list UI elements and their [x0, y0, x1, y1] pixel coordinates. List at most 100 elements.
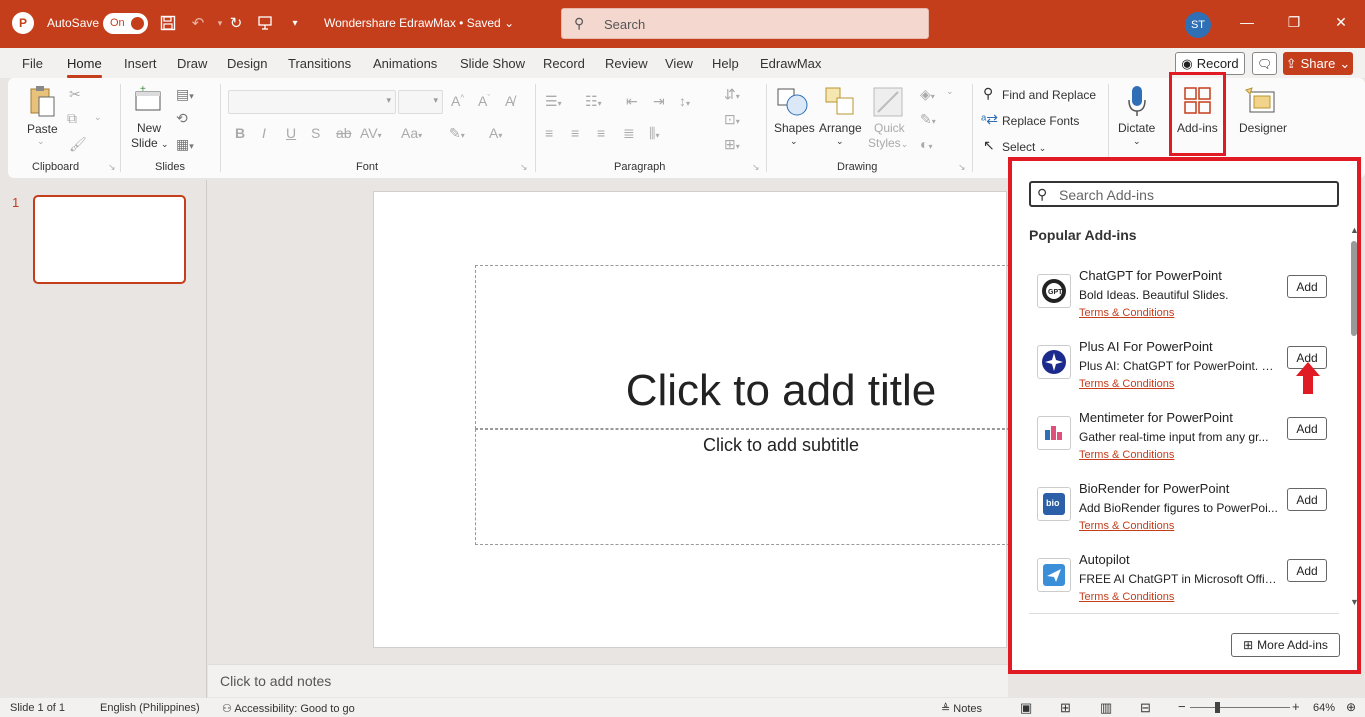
zoom-level[interactable]: 64% — [1313, 702, 1335, 714]
layout-icon[interactable]: ▤▾ — [176, 86, 194, 103]
shrink-font-icon[interactable]: Aˇ — [478, 93, 490, 109]
present-icon[interactable] — [255, 13, 275, 33]
chevron-down-icon[interactable]: ⌄ — [37, 136, 45, 147]
tab-file[interactable]: File — [22, 56, 43, 71]
tab-edrawmax[interactable]: EdrawMax — [760, 56, 821, 71]
quick-styles-icon[interactable] — [871, 86, 905, 118]
shadow-icon[interactable]: S — [311, 125, 320, 141]
terms-link[interactable]: Terms & Conditions — [1079, 307, 1174, 319]
add-autopilot-button[interactable]: Add — [1287, 559, 1327, 582]
dialog-launcher-icon[interactable]: ↘ — [958, 162, 966, 173]
shapes-label[interactable]: Shapes — [774, 121, 815, 135]
shape-outline-icon[interactable]: ✎▾ — [920, 111, 936, 128]
font-name-select[interactable]: ▾ — [228, 90, 396, 114]
change-case-icon[interactable]: Aa▾ — [401, 125, 422, 141]
tab-animations[interactable]: Animations — [373, 56, 437, 71]
find-replace-button[interactable]: Find and Replace — [1002, 88, 1096, 102]
underline-icon[interactable]: U — [286, 125, 296, 141]
slide-thumbnail[interactable] — [33, 195, 186, 284]
zoom-out-icon[interactable]: − — [1178, 699, 1186, 714]
search-input[interactable]: ⚲ Search — [561, 8, 929, 39]
paste-icon[interactable] — [28, 84, 56, 118]
copy-icon[interactable]: ⧉ — [67, 110, 77, 127]
comments-button[interactable]: 🗨 — [1252, 52, 1277, 75]
accessibility-status[interactable]: ⚇ Accessibility: Good to go — [222, 702, 355, 715]
undo-icon[interactable]: ↶ — [188, 13, 208, 33]
font-color-icon[interactable]: A▾ — [489, 125, 502, 141]
new-slide-label-2[interactable]: Slide ⌄ — [131, 136, 169, 150]
paste-label[interactable]: Paste — [27, 122, 58, 136]
chevron-down-icon[interactable]: ⌄ — [1133, 136, 1141, 147]
subtitle-placeholder[interactable]: Click to add subtitle — [475, 429, 1015, 545]
normal-view-icon[interactable]: ▣ — [1020, 700, 1032, 716]
tab-home[interactable]: Home — [67, 56, 102, 78]
redo-icon[interactable]: ↻ — [226, 13, 246, 33]
select-cursor-icon[interactable]: ↖ — [983, 137, 995, 154]
chevron-down-icon[interactable]: ⌄ — [836, 136, 844, 147]
new-slide-icon[interactable]: + — [134, 86, 162, 114]
section-icon[interactable]: ▦▾ — [176, 136, 194, 153]
close-icon[interactable]: ✕ — [1331, 14, 1351, 34]
replace-fonts-button[interactable]: Replace Fonts — [1002, 114, 1079, 128]
save-icon[interactable] — [158, 13, 178, 33]
zoom-slider-thumb[interactable] — [1215, 702, 1220, 713]
more-addins-button[interactable]: ⊞ More Add-ins — [1231, 633, 1340, 657]
shapes-icon[interactable] — [776, 86, 810, 118]
quick-styles-label[interactable]: Quick — [874, 121, 905, 135]
align-text-icon[interactable]: ⊡▾ — [724, 111, 740, 128]
dialog-launcher-icon[interactable]: ↘ — [108, 162, 116, 173]
fit-slide-icon[interactable]: ⊕ — [1346, 700, 1356, 714]
tab-transitions[interactable]: Transitions — [288, 56, 351, 71]
terms-link[interactable]: Terms & Conditions — [1079, 449, 1174, 461]
add-mentimeter-button[interactable]: Add — [1287, 417, 1327, 440]
reset-icon[interactable]: ⟲ — [176, 110, 188, 127]
add-chatgpt-button[interactable]: Add — [1287, 275, 1327, 298]
reading-view-icon[interactable]: ▥ — [1100, 700, 1112, 716]
replace-fonts-icon[interactable]: ᵃ⇄ — [981, 111, 998, 128]
shape-effects-icon[interactable]: ◐▾ — [920, 136, 932, 152]
slide-sorter-icon[interactable]: ⊞ — [1060, 700, 1071, 716]
slideshow-icon[interactable]: ⊟ — [1140, 700, 1151, 716]
chevron-down-icon[interactable]: ⌄ — [790, 136, 798, 147]
tab-draw[interactable]: Draw — [177, 56, 207, 71]
cut-icon[interactable]: ✂ — [69, 86, 81, 103]
strikethrough-icon[interactable]: ab — [336, 125, 352, 141]
tab-design[interactable]: Design — [227, 56, 267, 71]
dialog-launcher-icon[interactable]: ↘ — [520, 162, 528, 173]
chevron-down-icon[interactable]: ⌄ — [94, 112, 102, 123]
decrease-indent-icon[interactable]: ⇤ — [626, 93, 638, 110]
columns-icon[interactable]: ⫼▾ — [649, 125, 659, 142]
clear-format-icon[interactable]: A̸ — [505, 93, 514, 109]
add-biorender-button[interactable]: Add — [1287, 488, 1327, 511]
tab-help[interactable]: Help — [712, 56, 739, 71]
shape-fill-icon[interactable]: ◈▾ — [920, 86, 935, 103]
align-left-icon[interactable]: ≡ — [545, 125, 553, 141]
spacing-icon[interactable]: AV▾ — [360, 125, 382, 141]
grow-font-icon[interactable]: A^ — [451, 93, 464, 109]
arrange-label[interactable]: Arrange — [819, 121, 862, 135]
tab-slide-show[interactable]: Slide Show — [460, 56, 525, 71]
arrange-icon[interactable] — [823, 86, 857, 118]
new-slide-label[interactable]: New — [137, 121, 161, 135]
increase-indent-icon[interactable]: ⇥ — [653, 93, 665, 110]
terms-link[interactable]: Terms & Conditions — [1079, 520, 1174, 532]
autosave-toggle[interactable]: On — [103, 13, 148, 34]
addins-search-input[interactable]: ⚲ Search Add-ins — [1029, 181, 1339, 207]
scrollbar[interactable] — [1349, 231, 1357, 606]
minimize-icon[interactable]: — — [1237, 14, 1257, 34]
tab-review[interactable]: Review — [605, 56, 648, 71]
restore-icon[interactable]: ❐ — [1284, 14, 1304, 34]
scroll-down-icon[interactable]: ▼ — [1350, 597, 1359, 607]
tab-view[interactable]: View — [665, 56, 693, 71]
dictate-label[interactable]: Dictate — [1118, 121, 1155, 135]
zoom-slider[interactable] — [1190, 707, 1290, 708]
line-spacing-icon[interactable]: ↕▾ — [679, 93, 690, 109]
align-right-icon[interactable]: ≡ — [597, 125, 605, 141]
highlight-icon[interactable]: ✎▾ — [449, 125, 465, 142]
find-icon[interactable]: ⚲ — [983, 85, 993, 102]
tab-insert[interactable]: Insert — [124, 56, 157, 71]
designer-label[interactable]: Designer — [1239, 121, 1287, 135]
microphone-icon[interactable] — [1126, 84, 1148, 118]
italic-icon[interactable]: I — [262, 125, 266, 141]
chevron-down-icon[interactable]: ⌄ — [946, 86, 954, 97]
